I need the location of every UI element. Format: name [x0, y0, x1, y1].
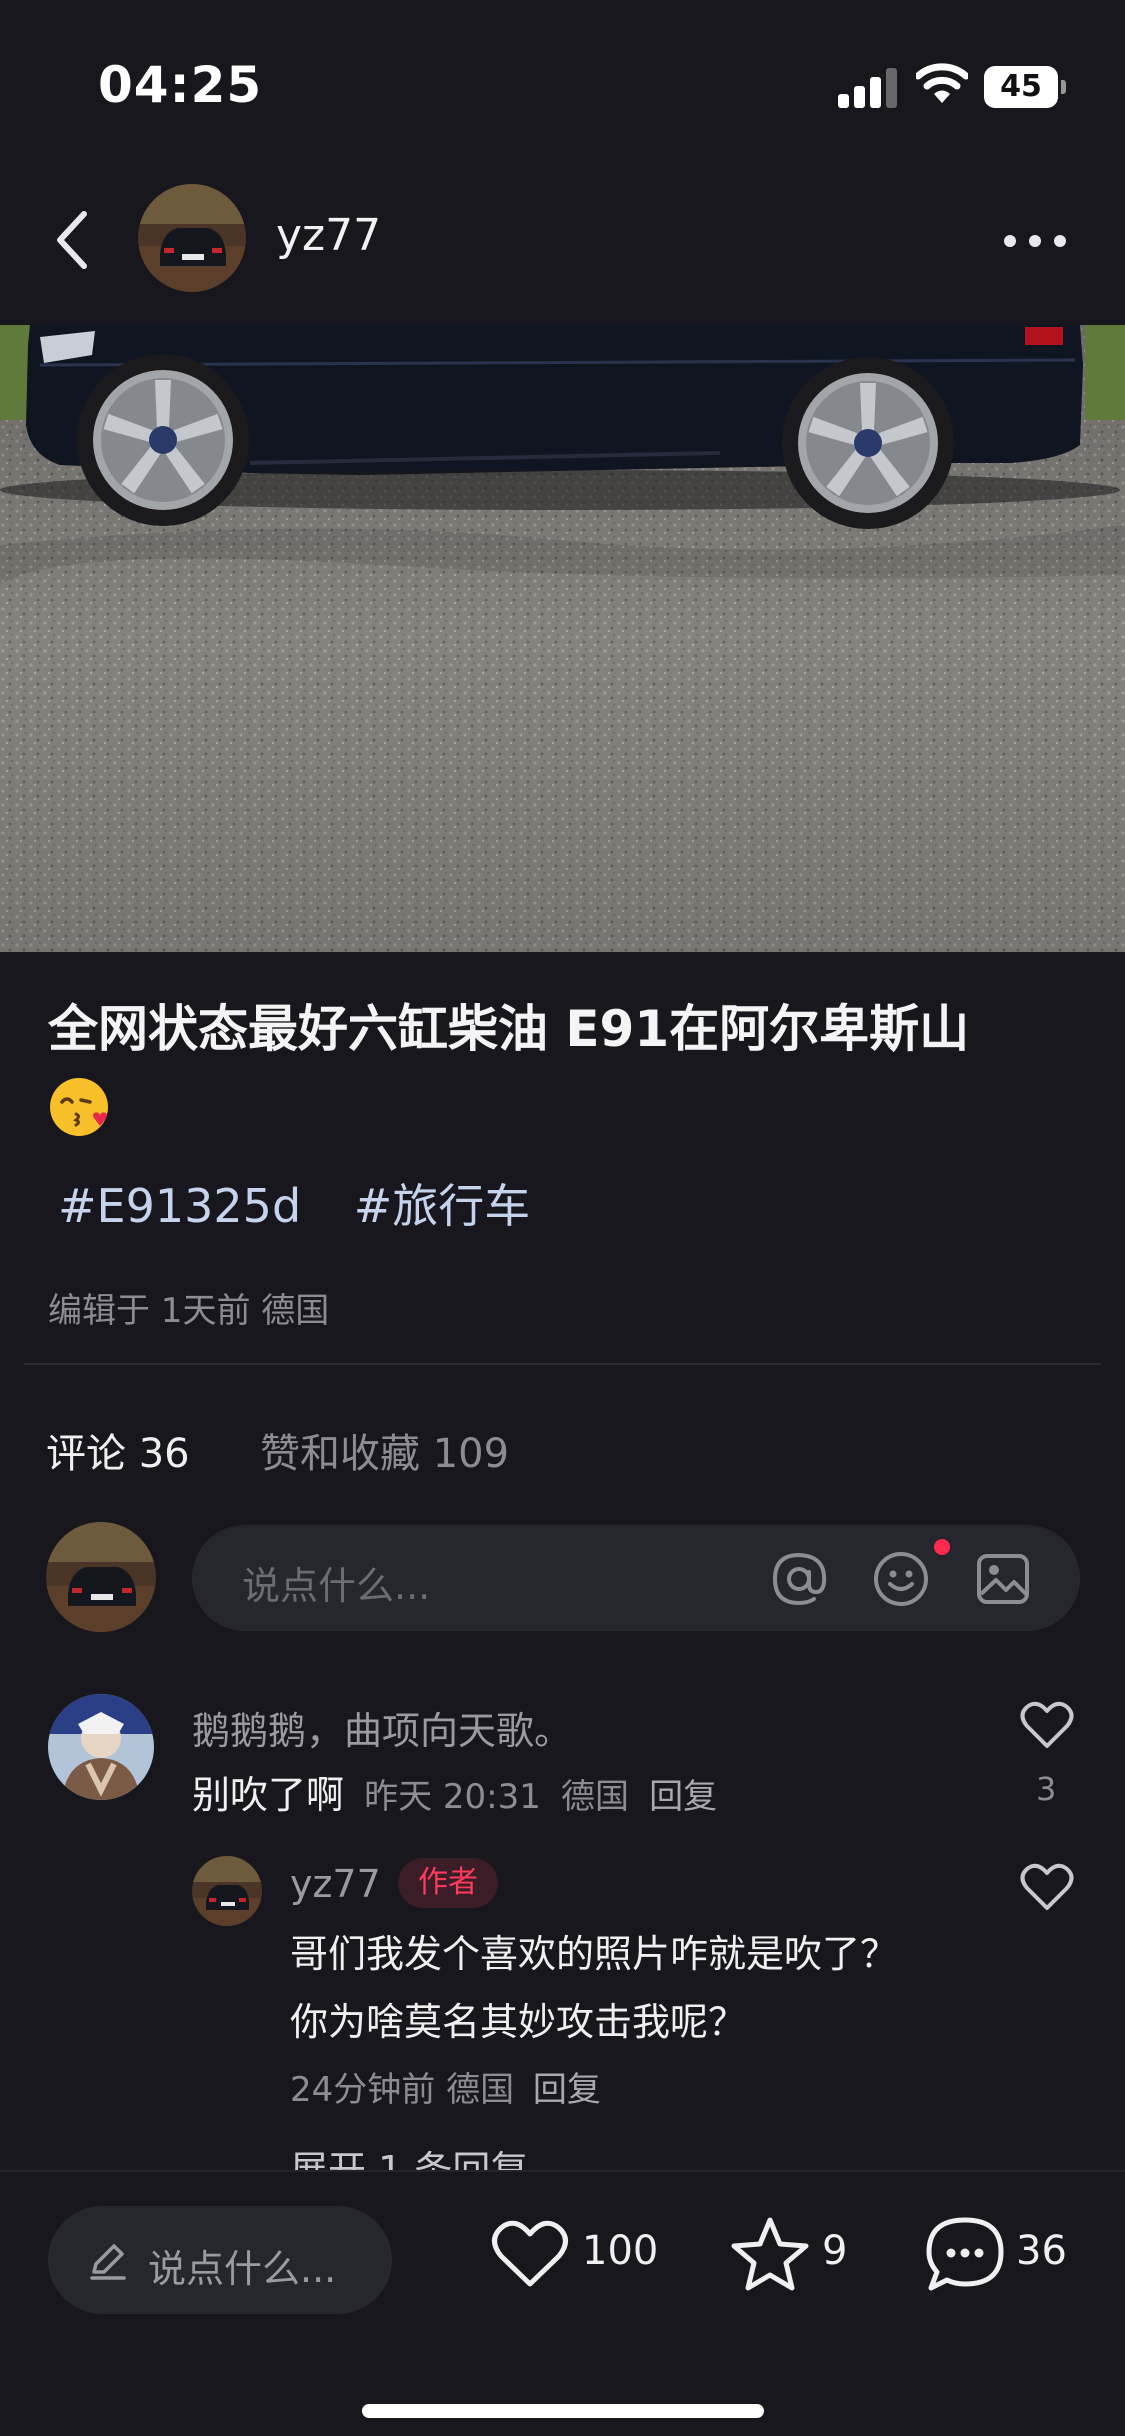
commenter-name[interactable]: 鹅鹅鹅，曲项向天歌。: [192, 1700, 572, 1755]
author-avatar[interactable]: [138, 184, 246, 292]
reply-time-location: 24分钟前 德国: [290, 2070, 515, 2110]
wifi-icon: [916, 63, 968, 103]
status-time: 04:25: [98, 56, 263, 114]
comment-heart-icon[interactable]: [1020, 1700, 1074, 1750]
post-photo[interactable]: [0, 325, 1125, 952]
notification-dot: [934, 1539, 950, 1555]
bottom-comment-input[interactable]: 说点什么...: [48, 2206, 392, 2314]
favorite-count: 9: [822, 2228, 848, 2274]
reply-author-avatar[interactable]: [192, 1856, 262, 1926]
chat-icon[interactable]: [925, 2216, 1005, 2292]
at-icon[interactable]: [770, 1550, 828, 1608]
tag-list: #E91325d #旅行车: [58, 1170, 568, 1236]
home-indicator[interactable]: [362, 2404, 764, 2418]
like-count: 100: [582, 2228, 659, 2274]
image-icon[interactable]: [974, 1550, 1032, 1608]
reply-reply-button[interactable]: 回复: [533, 2070, 601, 2110]
tab-likes-favorites[interactable]: 赞和收藏 109: [260, 1421, 509, 1479]
signal-icon: [838, 68, 898, 108]
back-button[interactable]: [40, 200, 104, 280]
comment-body: 别吹了啊 昨天 20:31 德国 回复: [192, 1764, 717, 1819]
battery-level: 45: [984, 66, 1058, 108]
divider: [24, 1363, 1101, 1365]
user-avatar[interactable]: [46, 1522, 156, 1632]
comment-reply-button[interactable]: 回复: [649, 1777, 717, 1817]
commenter-avatar[interactable]: [48, 1694, 154, 1800]
post-title: 全网状态最好六缸柴油 E91在阿尔卑斯山: [48, 988, 1088, 1162]
reply-text: 哥们我发个喜欢的照片咋就是吹了？你为啥莫名其妙攻击我呢？: [290, 1932, 899, 2044]
chevron-left-icon: [57, 211, 87, 269]
status-bar: 04:25 45: [0, 0, 1125, 160]
comment-location: 德国: [561, 1777, 629, 1817]
kiss-emoji-icon: [48, 1076, 110, 1162]
comment-text: 别吹了啊: [192, 1773, 345, 1817]
author-name[interactable]: yz77: [276, 210, 381, 261]
tag-e91325d[interactable]: #E91325d: [58, 1179, 301, 1233]
reply-heart-icon[interactable]: [1020, 1862, 1074, 1912]
post-meta: 编辑于 1天前 德国: [48, 1291, 330, 1331]
reply-meta: 24分钟前 德国 回复: [290, 2062, 601, 2111]
tab-comments[interactable]: 评论 36: [46, 1421, 190, 1479]
author-badge: 作者: [398, 1858, 498, 1908]
heart-icon[interactable]: [490, 2218, 570, 2290]
reply-author-name[interactable]: yz77: [290, 1862, 381, 1906]
battery-icon: 45: [984, 66, 1066, 108]
more-icon: [1004, 235, 1066, 247]
emoji-icon[interactable]: [872, 1550, 930, 1608]
tag-wagon[interactable]: #旅行车: [354, 1179, 531, 1233]
comment-input-placeholder: 说点什么...: [242, 1564, 431, 1608]
pencil-icon: [90, 2244, 126, 2280]
comment-input[interactable]: 说点什么...: [192, 1525, 1080, 1631]
expand-replies-button[interactable]: 展开 1 条回复: [290, 2140, 528, 2170]
bottom-bar: 说点什么... 100 9 36: [0, 2170, 1125, 2436]
more-button[interactable]: [1000, 216, 1070, 266]
header: yz77: [0, 160, 1125, 325]
comment-count: 36: [1016, 2228, 1067, 2274]
star-icon[interactable]: [730, 2216, 810, 2292]
bottom-input-placeholder: 说点什么...: [148, 2247, 337, 2291]
comment-like-count: 3: [1036, 1770, 1057, 1808]
comment-time: 昨天 20:31: [364, 1777, 541, 1817]
post-title-text: 全网状态最好六缸柴油 E91在阿尔卑斯山: [48, 1000, 970, 1058]
